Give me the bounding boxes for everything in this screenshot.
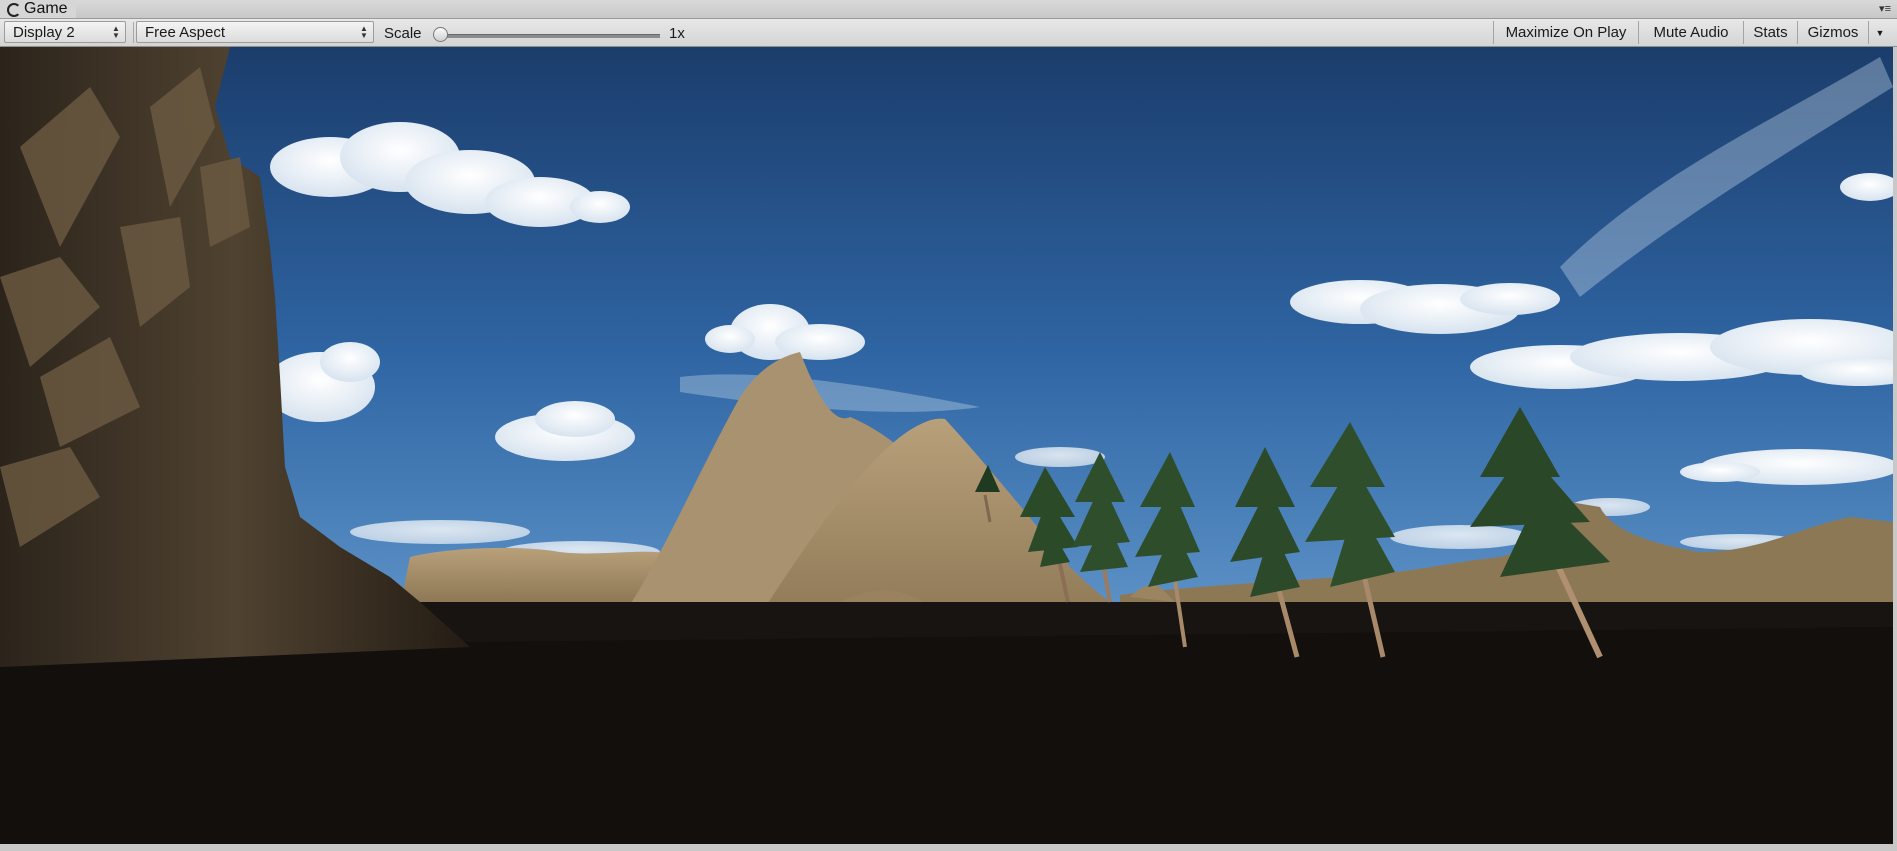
tab-menu-icon[interactable]: ▾≡	[1875, 2, 1891, 16]
scale-slider-track[interactable]	[440, 34, 660, 38]
scale-slider-thumb[interactable]	[433, 27, 448, 42]
mute-audio-label: Mute Audio	[1653, 24, 1729, 41]
scale-label: Scale	[384, 25, 422, 42]
unity-logo-icon	[6, 2, 21, 17]
gizmos-button[interactable]: Gizmos	[1797, 21, 1868, 44]
game-tab[interactable]: Game	[0, 0, 76, 18]
toolbar-divider	[133, 22, 134, 43]
window-bottom-edge	[0, 844, 1897, 851]
mute-audio-toggle[interactable]: Mute Audio	[1638, 21, 1743, 44]
game-view-toolbar: Display 2 ▲ ▼ Free Aspect ▲ ▼ Scale 1x Max…	[0, 19, 1897, 47]
aspect-dropdown[interactable]: Free Aspect ▲ ▼	[136, 21, 374, 43]
game-scene	[0, 47, 1893, 844]
scale-value: 1x	[669, 25, 685, 42]
game-tab-label: Game	[24, 0, 68, 17]
display-dropdown[interactable]: Display 2 ▲ ▼	[4, 21, 126, 43]
stats-label: Stats	[1753, 24, 1788, 41]
stats-toggle[interactable]: Stats	[1743, 21, 1797, 44]
dropdown-arrows-icon: ▲ ▼	[112, 24, 120, 40]
dropdown-arrows-icon: ▲ ▼	[360, 24, 368, 40]
gizmos-label: Gizmos	[1807, 24, 1859, 41]
ground-shadow	[0, 627, 1893, 844]
display-dropdown-label: Display 2	[13, 23, 75, 41]
window-right-edge	[1893, 47, 1897, 844]
aspect-dropdown-label: Free Aspect	[145, 23, 226, 41]
game-viewport[interactable]	[0, 47, 1893, 844]
maximize-on-play-label: Maximize On Play	[1505, 24, 1627, 41]
gizmos-dropdown-arrow-icon[interactable]: ▼	[1868, 21, 1891, 44]
window-tab-bar: Game ▾≡	[0, 0, 1897, 19]
maximize-on-play-toggle[interactable]: Maximize On Play	[1493, 21, 1638, 44]
